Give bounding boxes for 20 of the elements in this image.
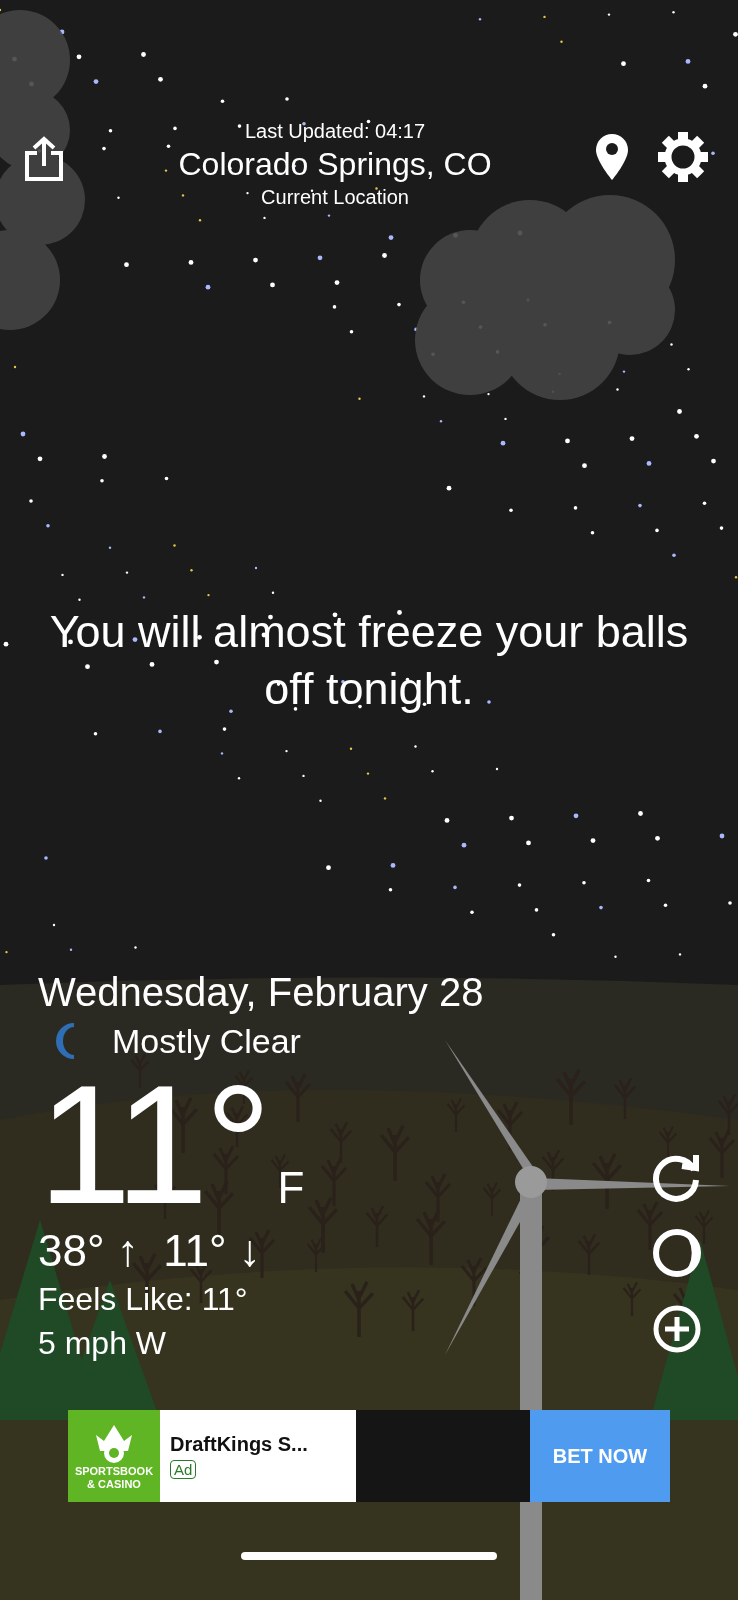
ad-title: DraftKings S... — [170, 1433, 309, 1456]
temperature: 11° — [38, 1065, 268, 1225]
high-low-temperature: 38° ↑ 11° ↓ — [38, 1225, 262, 1277]
city-name[interactable]: Colorado Springs, CO — [178, 144, 492, 184]
wind-text: 5 mph W — [38, 1324, 168, 1363]
forecast-message: You will almost freeze your balls off tonight. — [49, 605, 689, 716]
location-pin-icon[interactable] — [596, 134, 628, 180]
refresh-icon[interactable] — [652, 1152, 702, 1202]
settings-icon[interactable] — [658, 132, 708, 182]
temperature-unit[interactable]: F — [277, 1163, 305, 1213]
ad-banner[interactable]: SPORTSBOOK & CASINO DraftKings S... Ad BET NOW — [68, 1410, 670, 1502]
feels-like-text: Feels Like: 11° — [38, 1280, 249, 1319]
logo-text: SPORTSBOOK & CASINO — [74, 1465, 154, 1491]
last-updated-text: Last Updated: 04:17 — [244, 119, 426, 144]
add-icon[interactable] — [652, 1304, 702, 1354]
location-label: Current Location — [261, 185, 409, 210]
date-text: Wednesday, February 28 — [38, 969, 484, 1016]
ad-badge: Ad — [170, 1460, 197, 1479]
share-icon[interactable] — [24, 136, 64, 182]
condition-text: Mostly Clear — [112, 1021, 301, 1062]
